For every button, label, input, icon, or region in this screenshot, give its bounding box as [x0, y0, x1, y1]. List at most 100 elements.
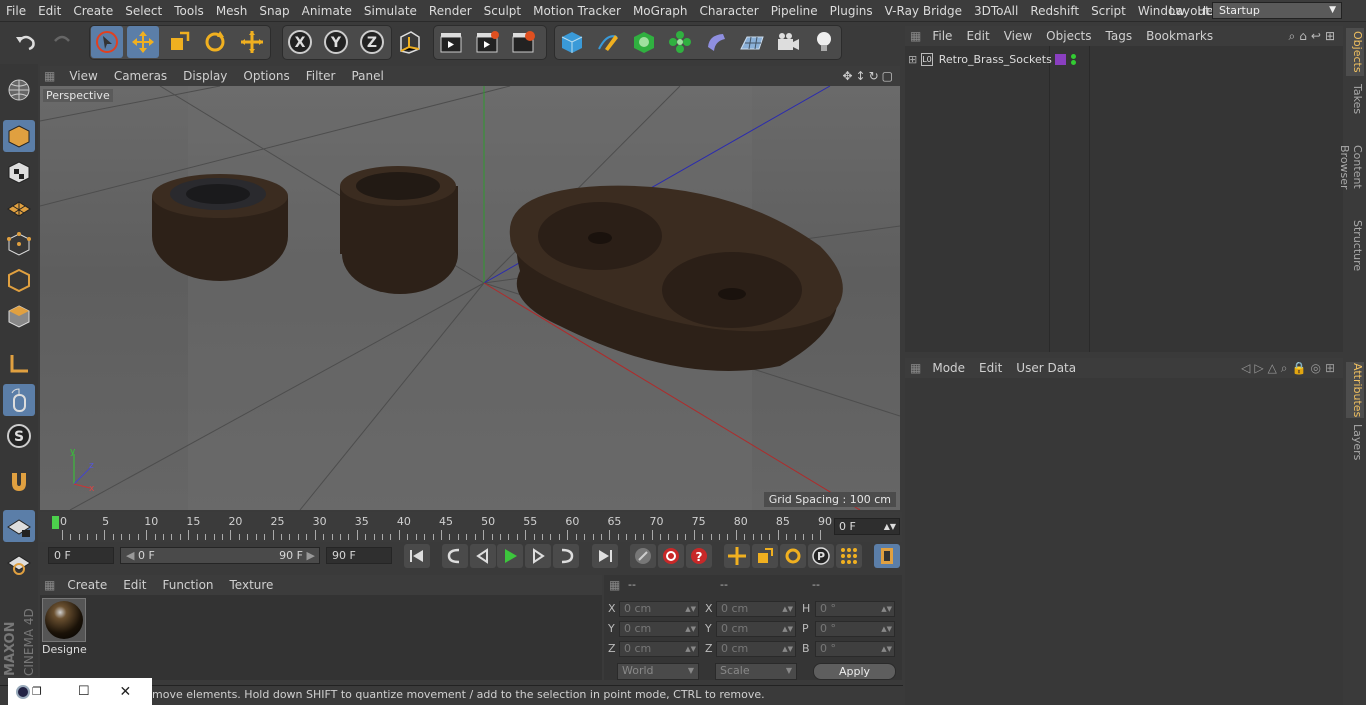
go-to-end-button[interactable] [592, 544, 618, 568]
viewport-menu-panel[interactable]: Panel [343, 69, 391, 83]
camera-button[interactable] [772, 26, 804, 58]
viewport-menu-filter[interactable]: Filter [298, 69, 344, 83]
transform-tool-button[interactable] [236, 26, 268, 58]
cube-button[interactable] [556, 26, 588, 58]
menu-sculpt[interactable]: Sculpt [478, 0, 527, 22]
menu-character[interactable]: Character [693, 0, 764, 22]
stepper-icon[interactable]: ▲▼ [685, 602, 696, 616]
edges-mode-button[interactable] [3, 264, 35, 296]
texture-mode-button[interactable] [3, 156, 35, 188]
coord-pos-field[interactable]: 0 cm ▲▼ [619, 641, 699, 657]
visibility-dots-icon[interactable] [1071, 54, 1076, 65]
make-editable-button[interactable] [3, 74, 35, 106]
x-axis-lock-button[interactable]: X [284, 26, 316, 58]
undo-button[interactable] [10, 26, 42, 58]
object-menu-file[interactable]: File [925, 29, 959, 43]
material-swatch[interactable]: Designe [42, 598, 87, 656]
coord-scale-select[interactable]: Scale ▼ [715, 663, 797, 680]
attr-menu-user-data[interactable]: User Data [1009, 361, 1083, 375]
menu-script[interactable]: Script [1085, 0, 1132, 22]
tweak-mode-button[interactable] [3, 384, 35, 416]
attr-menu-edit[interactable]: Edit [972, 361, 1009, 375]
attr-menu-mode[interactable]: Mode [925, 361, 972, 375]
menu-mograph[interactable]: MoGraph [627, 0, 694, 22]
timeline-window-button[interactable] [874, 544, 900, 568]
menu-mesh[interactable]: Mesh [210, 0, 254, 22]
enable-axis-button[interactable] [3, 348, 35, 380]
object-menu-edit[interactable]: Edit [959, 29, 996, 43]
scale-tool-button[interactable] [163, 26, 195, 58]
select-tool-button[interactable] [91, 26, 123, 58]
spline-pen-button[interactable] [592, 26, 624, 58]
material-menu-edit[interactable]: Edit [115, 578, 154, 592]
play-button[interactable] [497, 544, 523, 568]
subdivision-surface-button[interactable] [628, 26, 660, 58]
workplane-lock-button[interactable] [3, 510, 35, 542]
z-axis-lock-button[interactable]: Z [356, 26, 388, 58]
polygons-mode-button[interactable] [3, 300, 35, 332]
render-settings-button[interactable] [507, 26, 539, 58]
points-mode-button[interactable] [3, 228, 35, 260]
rotate-tool-button[interactable] [199, 26, 231, 58]
floor-button[interactable] [736, 26, 768, 58]
menu-simulate[interactable]: Simulate [358, 0, 423, 22]
expand-icon[interactable]: ⊞ [908, 53, 917, 66]
tab-structure[interactable]: Structure [1346, 220, 1364, 271]
motion-record-button[interactable] [630, 544, 656, 568]
coord-size-field[interactable]: 0 cm ▲▼ [716, 641, 796, 657]
snap-button[interactable]: S [3, 420, 35, 452]
autokey-button[interactable]: ? [686, 544, 712, 568]
menu-plugins[interactable]: Plugins [824, 0, 879, 22]
stepper-icon[interactable]: ▲▼ [782, 602, 793, 616]
tab-layers[interactable]: Layers [1346, 424, 1364, 460]
coordinate-system-button[interactable] [394, 26, 426, 58]
tab-attributes[interactable]: Attributes [1346, 362, 1364, 418]
key-position-button[interactable] [724, 544, 750, 568]
viewport-menu-view[interactable]: View [61, 69, 105, 83]
tab-objects[interactable]: Objects [1346, 28, 1364, 76]
previous-frame-button[interactable] [470, 544, 496, 568]
record-active-button[interactable] [658, 544, 684, 568]
frame-range-slider[interactable]: ◀ 0 F 90 F ▶ [120, 547, 320, 564]
menu-v-ray-bridge[interactable]: V-Ray Bridge [879, 0, 968, 22]
workplane-rotate-button[interactable] [3, 548, 35, 580]
menu-3dtoall[interactable]: 3DToAll [968, 0, 1024, 22]
stepper-icon[interactable]: ▲▼ [685, 642, 696, 656]
move-tool-button[interactable] [127, 26, 159, 58]
tab-content-browser[interactable]: Content Browser [1338, 124, 1364, 210]
viewport-menu-options[interactable]: Options [235, 69, 297, 83]
viewport-menu-cameras[interactable]: Cameras [106, 69, 175, 83]
stepper-icon[interactable]: ▲▼ [782, 622, 793, 636]
object-menu-tags[interactable]: Tags [1099, 29, 1140, 43]
go-to-start-button[interactable] [404, 544, 430, 568]
perspective-viewport[interactable]: y z x Perspective Grid Spacing : 100 cm [40, 86, 900, 510]
close-icon[interactable]: ✕ [120, 684, 132, 700]
object-menu-bookmarks[interactable]: Bookmarks [1139, 29, 1220, 43]
next-key-button[interactable] [553, 544, 579, 568]
menu-motion-tracker[interactable]: Motion Tracker [527, 0, 627, 22]
coord-size-field[interactable]: 0 cm ▲▼ [716, 621, 796, 637]
coord-pos-field[interactable]: 0 cm ▲▼ [619, 601, 699, 617]
maximize-icon[interactable]: ☐ [78, 684, 90, 699]
stepper-icon[interactable]: ▲▼ [881, 602, 892, 616]
key-rotation-button[interactable] [780, 544, 806, 568]
viewport-nav-icons[interactable]: ✥↕↻▢ [842, 69, 900, 83]
coord-rot-field[interactable]: 0 ° ▲▼ [815, 641, 895, 657]
stepper-icon[interactable]: ▲▼ [881, 642, 892, 656]
deformer-button[interactable] [700, 26, 732, 58]
apply-button[interactable]: Apply [813, 663, 896, 680]
playhead-marker[interactable] [52, 516, 59, 529]
stepper-icon[interactable]: ▲▼ [782, 642, 793, 656]
attr-nav-icons[interactable]: ◁▷△⌕🔒◎⊞ [1241, 361, 1343, 376]
coord-size-field[interactable]: 0 cm ▲▼ [716, 601, 796, 617]
restore-icon[interactable]: ❐ [32, 685, 42, 698]
object-menu-objects[interactable]: Objects [1039, 29, 1098, 43]
menu-redshift[interactable]: Redshift [1024, 0, 1085, 22]
start-frame-field[interactable]: 0 F [48, 547, 114, 564]
object-menu-view[interactable]: View [997, 29, 1039, 43]
render-picture-viewer-button[interactable] [471, 26, 503, 58]
menu-edit[interactable]: Edit [32, 0, 67, 22]
redo-button[interactable] [46, 26, 78, 58]
material-menu-function[interactable]: Function [154, 578, 221, 592]
stepper-icon[interactable]: ▲▼ [881, 622, 892, 636]
